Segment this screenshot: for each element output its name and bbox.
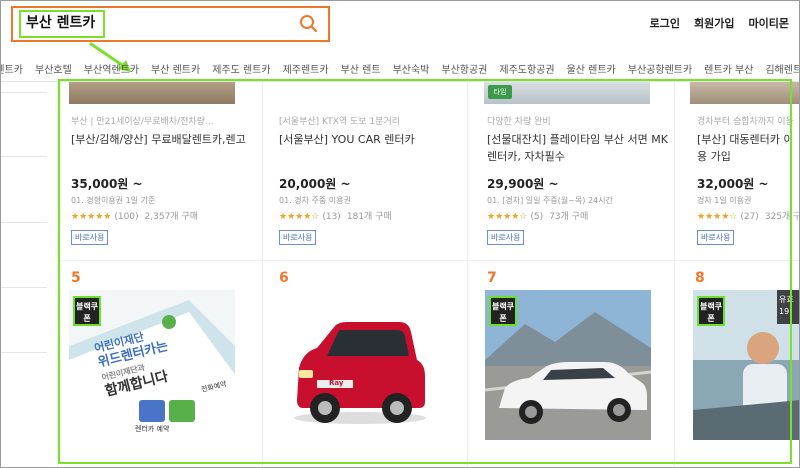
- product-price: 32,000원 ~: [697, 177, 769, 191]
- keyword-item[interactable]: 부산숙박: [393, 61, 430, 76]
- signup-link[interactable]: 회원가입: [694, 15, 734, 31]
- rank-number: 8: [695, 270, 705, 286]
- search-box[interactable]: 부산 렌트카: [11, 6, 330, 42]
- grid-line: [57, 82, 58, 467]
- star-rating: ★★★★★: [71, 212, 112, 222]
- product-image[interactable]: Ray: [277, 290, 443, 440]
- top-links: 로그인 회원가입 마이티몬: [650, 15, 789, 31]
- search-icon[interactable]: [298, 13, 320, 35]
- product-thumbnail[interactable]: [690, 82, 799, 104]
- sidebar-line: [1, 352, 47, 353]
- car-icon: [294, 322, 426, 424]
- product-price: 29,900원 ~: [487, 177, 559, 191]
- product-option: 01. 경차 주중 이용권: [279, 196, 351, 205]
- ad-reserve-button: 렌터카 예약: [135, 425, 170, 433]
- keyword-item[interactable]: 부산공항렌트카: [628, 61, 692, 76]
- product-category: 부산 | 만21세이상/무료배차/전차량...: [71, 117, 214, 127]
- black-coupon-badge: 블랙쿠폰: [489, 296, 517, 326]
- mypage-link[interactable]: 마이티몬: [749, 15, 789, 31]
- keyword-item[interactable]: 제주도 렌트카: [212, 61, 270, 76]
- keyword-item[interactable]: 부산 렌트카: [151, 61, 200, 76]
- sidebar: [1, 82, 57, 467]
- keyword-item[interactable]: 김해렌트카: [765, 61, 799, 76]
- keyword-item[interactable]: 제주도항공권: [499, 61, 554, 76]
- thumbnail-tag: 타임: [488, 85, 512, 99]
- product-category: [서울부산] KTX역 도보 1분거리: [279, 117, 400, 127]
- search-input[interactable]: [113, 13, 293, 35]
- product-card[interactable]: [서울부산] KTX역 도보 1분거리 [서울부산] YOU CAR 렌터카 2…: [279, 114, 471, 245]
- review-count: (100): [114, 212, 139, 222]
- sidebar-line: [1, 222, 47, 223]
- purchase-count: 73개 구매: [549, 212, 589, 222]
- black-coupon-badge: 블랙쿠폰: [697, 296, 725, 326]
- search-query[interactable]: 부산 렌트카: [19, 10, 105, 38]
- product-thumbnail[interactable]: 타임: [484, 82, 650, 104]
- instant-use-badge: 바로사용: [279, 230, 317, 245]
- keyword-item[interactable]: 울산 렌트카: [567, 61, 616, 76]
- product-option: 01. 경형이용권 1일 기준: [71, 196, 156, 205]
- rating: ★★★★☆(27) 325개 구매: [697, 209, 799, 222]
- keyword-item[interactable]: 부산역렌트카: [84, 61, 139, 76]
- star-rating: ★★★★☆: [697, 212, 738, 222]
- sidebar-line: [1, 92, 47, 93]
- review-count: (5): [530, 212, 544, 222]
- keyword-item[interactable]: 부산항공권: [441, 61, 487, 76]
- product-title[interactable]: [서울부산] YOU CAR 렌터카: [279, 131, 471, 165]
- product-price: 20,000원 ~: [279, 177, 351, 191]
- rating: ★★★★☆ (5) 73개 구매: [487, 209, 679, 222]
- product-thumbnail[interactable]: [69, 82, 235, 104]
- header: 부산 렌트카 로그인 회원가입 마이티몬: [1, 1, 799, 47]
- browser-frame: 부산 렌트카 로그인 회원가입 마이티몬 항 렌트카 부산호텔 부산역렌트카 부…: [0, 0, 800, 468]
- corner-label: 유효 19: [777, 290, 799, 324]
- sidebar-line: [1, 156, 47, 157]
- rating: ★★★★★ (100) 2,357개 구매: [71, 209, 263, 222]
- login-link[interactable]: 로그인: [650, 15, 680, 31]
- keyword-item[interactable]: 제주렌트카: [283, 61, 329, 76]
- product-category: 경차부터 승합차까지 이용: [697, 117, 794, 127]
- instant-use-badge: 바로사용: [71, 230, 109, 245]
- product-grid: 타임 부산 | 만21세이상/무료배차/전차량... [부산/김해/양산] 무료…: [57, 82, 799, 467]
- product-card[interactable]: 경차부터 승합차까지 이용 [부산] 대동렌터카 이용 가입 32,000원 ~…: [697, 114, 799, 245]
- product-option: 01. [경차] 일일 주중(월~목) 24시간: [487, 196, 613, 205]
- grid-line: [57, 260, 799, 261]
- star-rating: ★★★★☆: [279, 212, 320, 222]
- instant-use-badge: 바로사용: [487, 230, 525, 245]
- product-title[interactable]: [부산] 대동렌터카 이용 가입: [697, 131, 799, 165]
- rank-number: 5: [71, 270, 81, 286]
- sidebar-line: [1, 287, 47, 288]
- star-rating: ★★★★☆: [487, 212, 528, 222]
- product-price: 35,000원 ~: [71, 177, 143, 191]
- product-image[interactable]: 블랙쿠폰 어린이재단 위드렌터카는 어린이재단과 함께합니다 렌터카 예약 전화…: [69, 290, 235, 440]
- product-title[interactable]: [선물대잔치] 플레이타임 부산 서면 MK 렌터카, 자차필수: [487, 131, 679, 165]
- car-model-label: Ray: [329, 379, 344, 387]
- purchase-count: 181개 구매: [346, 212, 392, 222]
- related-keywords: 항 렌트카 부산호텔 부산역렌트카 부산 렌트카 제주도 렌트카 제주렌트카 부…: [1, 57, 799, 79]
- purchase-count: 2,357개 구매: [144, 212, 199, 222]
- purchase-count: 325개 구매: [764, 212, 799, 222]
- keyword-item[interactable]: 부산호텔: [35, 61, 72, 76]
- product-card[interactable]: 다양한 차량 완비 [선물대잔치] 플레이타임 부산 서면 MK 렌터카, 자차…: [487, 114, 679, 245]
- keyword-item[interactable]: 항 렌트카: [1, 61, 23, 76]
- instant-use-badge: 바로사용: [697, 230, 735, 245]
- product-title[interactable]: [부산/김해/양산] 무료배달렌트카,렌고: [71, 131, 263, 165]
- product-image[interactable]: 블랙쿠폰 유효 19: [693, 290, 799, 440]
- keyword-item[interactable]: 부산 렌트: [341, 61, 381, 76]
- keyword-item[interactable]: 렌트카 부산: [704, 61, 753, 76]
- review-count: (13): [322, 212, 341, 222]
- rank-number: 7: [487, 270, 497, 286]
- review-count: (27): [740, 212, 759, 222]
- product-option: 경차 1일 이용권: [697, 196, 752, 205]
- product-category: 다양한 차량 완비: [487, 117, 551, 127]
- product-card[interactable]: 부산 | 만21세이상/무료배차/전차량... [부산/김해/양산] 무료배달렌…: [71, 114, 263, 245]
- rank-number: 6: [279, 270, 289, 286]
- rating: ★★★★☆ (13) 181개 구매: [279, 209, 471, 222]
- black-coupon-badge: 블랙쿠폰: [73, 296, 101, 326]
- product-image[interactable]: 블랙쿠폰: [485, 290, 651, 440]
